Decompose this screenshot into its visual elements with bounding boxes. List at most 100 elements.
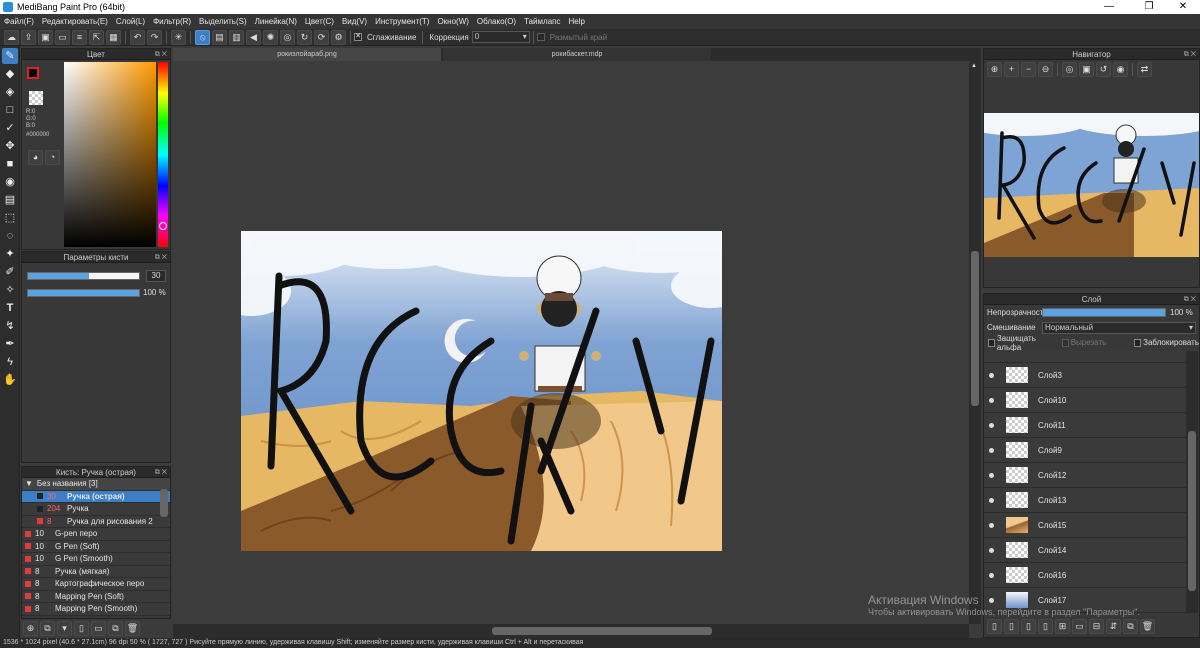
brush-item[interactable]: 30Ручка (острая)✲ — [22, 490, 170, 503]
new-1bit-layer-icon[interactable]: ▯ — [1038, 618, 1053, 634]
new-8bit-layer-icon[interactable]: ▯ — [1021, 618, 1036, 634]
radial-snap-icon[interactable]: ✺ — [263, 29, 278, 45]
smudge-icon[interactable]: ϟ — [2, 354, 18, 370]
lock-checkbox[interactable] — [1134, 338, 1142, 347]
brush-menu-icon[interactable]: ▾ — [57, 620, 72, 636]
brush-item[interactable]: 8 Картографическое перо — [22, 578, 170, 591]
layer-row[interactable]: Слой3 — [984, 363, 1187, 388]
menu-ruler[interactable]: Линейка(N) — [251, 14, 301, 29]
saturation-value-picker[interactable] — [64, 62, 156, 247]
zoom-plus-icon[interactable]: + — [1004, 61, 1019, 77]
brush-size-slider[interactable] — [27, 272, 140, 280]
color-history-icon[interactable]: ◔ — [45, 150, 60, 165]
menu-select[interactable]: Выделить(S) — [195, 14, 251, 29]
panel-float-icon[interactable]: ⧉ ✕ — [1184, 49, 1196, 60]
layer-row[interactable]: Слой13 — [984, 488, 1187, 513]
horizontal-scroll-thumb[interactable] — [492, 627, 712, 635]
eye-icon[interactable] — [989, 547, 994, 553]
transparent-color-swatch[interactable] — [29, 91, 43, 105]
menu-view[interactable]: Вид(V) — [338, 14, 371, 29]
list-icon[interactable]: ≡ — [72, 29, 87, 45]
eye-icon[interactable] — [989, 522, 994, 528]
menu-cloud[interactable]: Облако(O) — [473, 14, 520, 29]
protect-alpha-checkbox[interactable] — [988, 338, 995, 347]
brush-list-scrollbar[interactable] — [160, 489, 168, 517]
foreground-color-swatch[interactable] — [27, 67, 39, 79]
menu-layer[interactable]: Слой(L) — [112, 14, 149, 29]
settings-snap-icon[interactable]: ⚙ — [331, 29, 346, 45]
zoom-in-icon[interactable]: ⊕ — [987, 61, 1002, 77]
layer-row[interactable]: Слой9 — [984, 438, 1187, 463]
correction-select[interactable]: 0 ▾ — [471, 31, 530, 43]
magic-wand-icon[interactable]: ✦ — [2, 246, 18, 262]
shape-tool-icon[interactable]: □ — [2, 102, 18, 118]
layer-list-scrollbar[interactable] — [1186, 351, 1198, 613]
zoom-minus-icon[interactable]: ⊖ — [1038, 61, 1053, 77]
crosshair-snap-icon[interactable]: ▥ — [229, 29, 244, 45]
panel-float-icon[interactable]: ⧉ ✕ — [1184, 294, 1196, 305]
brush-item[interactable]: 204 Ручка — [22, 503, 170, 516]
vanishing-snap-icon[interactable]: ◀ — [246, 29, 261, 45]
zoom-out-icon[interactable]: − — [1021, 61, 1036, 77]
comment-icon[interactable]: ▭ — [55, 29, 70, 45]
layer-row[interactable]: Слой14 — [984, 538, 1187, 563]
rect-select-icon[interactable]: ⬚ — [2, 210, 18, 226]
trash-icon[interactable]: 🗑 — [1140, 618, 1155, 634]
move-tool-icon[interactable]: ✥ — [2, 138, 18, 154]
hue-handle[interactable] — [159, 222, 167, 230]
new-halftone-layer-icon[interactable]: ▯ — [1004, 618, 1019, 634]
brush-item[interactable]: 10 G-pen перо — [22, 528, 170, 541]
snap-off-icon[interactable]: ✳ — [171, 29, 186, 45]
folder-icon[interactable]: ▭ — [91, 620, 106, 636]
navigator-preview[interactable] — [984, 113, 1199, 257]
brush-opacity-slider[interactable] — [27, 288, 140, 297]
eye-icon[interactable] — [989, 447, 994, 453]
maximize-icon[interactable]: ❐ — [1134, 0, 1164, 14]
flip-icon[interactable]: ⇄ — [1137, 61, 1152, 77]
snap-none-icon[interactable]: ⦸ — [195, 29, 210, 45]
minimize-icon[interactable]: — — [1094, 0, 1124, 14]
fill-rect-icon[interactable]: ■ — [2, 156, 18, 172]
layer-blend-select[interactable]: Нормальный ▾ — [1042, 321, 1196, 334]
hand-tool-icon[interactable]: ✋ — [2, 372, 18, 388]
menu-file[interactable]: Файл(F) — [0, 14, 38, 29]
menu-timelapse[interactable]: Таймлапс — [520, 14, 564, 29]
perspective-snap-icon[interactable]: ⟳ — [314, 29, 329, 45]
eye-icon[interactable] — [989, 397, 994, 403]
brush-dup-icon[interactable]: ⧉ — [108, 620, 123, 636]
dot-eraser-icon[interactable]: ◈ — [2, 84, 18, 100]
brush-item[interactable]: 8 Mapping Pen (Smooth) — [22, 603, 170, 616]
canvas-vertical-scrollbar[interactable]: ▲ — [969, 61, 981, 624]
artwork-canvas[interactable] — [241, 231, 722, 551]
redo-icon[interactable]: ↷ — [147, 29, 162, 45]
brush-page-icon[interactable]: ▯ — [74, 620, 89, 636]
brush-item[interactable]: 8 Mapping Pen (Soft) — [22, 590, 170, 603]
lasso-select-icon[interactable]: ◌ — [2, 228, 18, 244]
clip-checkbox[interactable] — [1061, 338, 1069, 347]
tab-document-1[interactable]: рокиэлойараб.png — [173, 48, 441, 61]
menu-window[interactable]: Окно(W) — [433, 14, 472, 29]
select-pen-icon[interactable]: ✓ — [2, 120, 18, 136]
eyedropper-icon[interactable]: ✒ — [2, 336, 18, 352]
antialias-checkbox[interactable]: ✕ — [354, 33, 362, 41]
bucket-tool-icon[interactable]: ◉ — [2, 174, 18, 190]
layer-row[interactable]: Слой10 — [984, 388, 1187, 413]
scroll-up-icon[interactable]: ▲ — [971, 63, 977, 69]
folder-icon[interactable]: ▭ — [1072, 618, 1087, 634]
menu-tool[interactable]: Инструмент(T) — [371, 14, 433, 29]
eye-icon[interactable] — [989, 572, 994, 578]
blur-edge-checkbox[interactable] — [536, 33, 545, 41]
circle-snap-icon[interactable]: ◎ — [280, 29, 295, 45]
color-palette-icon[interactable]: ◕ — [28, 150, 43, 165]
merge-down-icon[interactable]: ⊟ — [1089, 618, 1104, 634]
layer-menu-icon[interactable]: ⊞ — [1055, 618, 1070, 634]
new-layer-icon[interactable]: ▯ — [987, 618, 1002, 634]
curve-snap-icon[interactable]: ↻ — [297, 29, 312, 45]
select-eraser-icon[interactable]: ✧ — [2, 282, 18, 298]
save-icon[interactable]: ▣ — [38, 29, 53, 45]
menu-edit[interactable]: Редактировать(E) — [38, 14, 112, 29]
panel-float-icon[interactable]: ⧉ ✕ — [155, 252, 167, 263]
trash-icon[interactable]: 🗑 — [125, 620, 140, 636]
actual-size-icon[interactable]: ▣ — [1079, 61, 1094, 77]
upload-icon[interactable]: ⇪ — [21, 29, 36, 45]
